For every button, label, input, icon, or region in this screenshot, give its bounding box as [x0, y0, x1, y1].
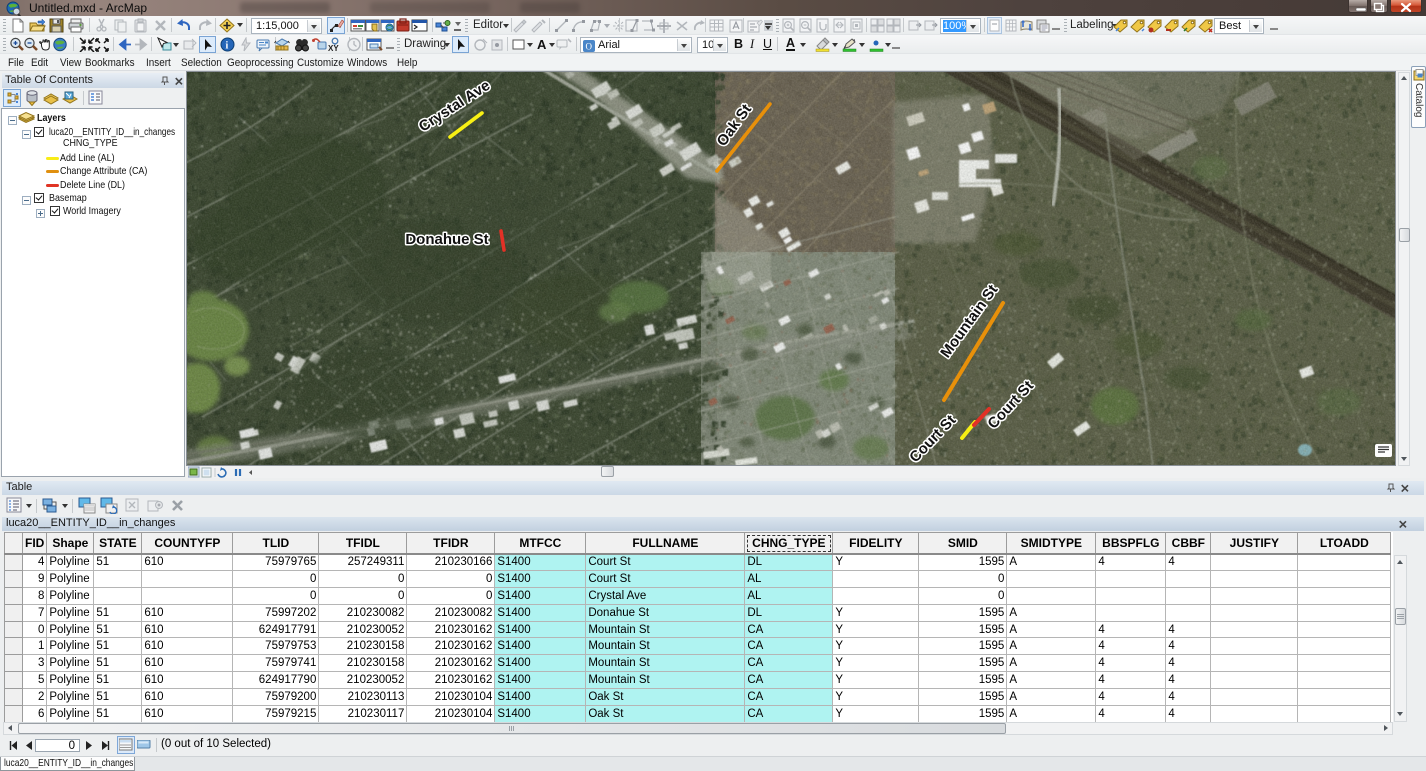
svg-text:XY: XY: [328, 44, 339, 52]
svg-text:i: i: [226, 41, 229, 52]
svg-text:O: O: [586, 42, 593, 52]
svg-text:Donahue St: Donahue St: [405, 231, 488, 248]
